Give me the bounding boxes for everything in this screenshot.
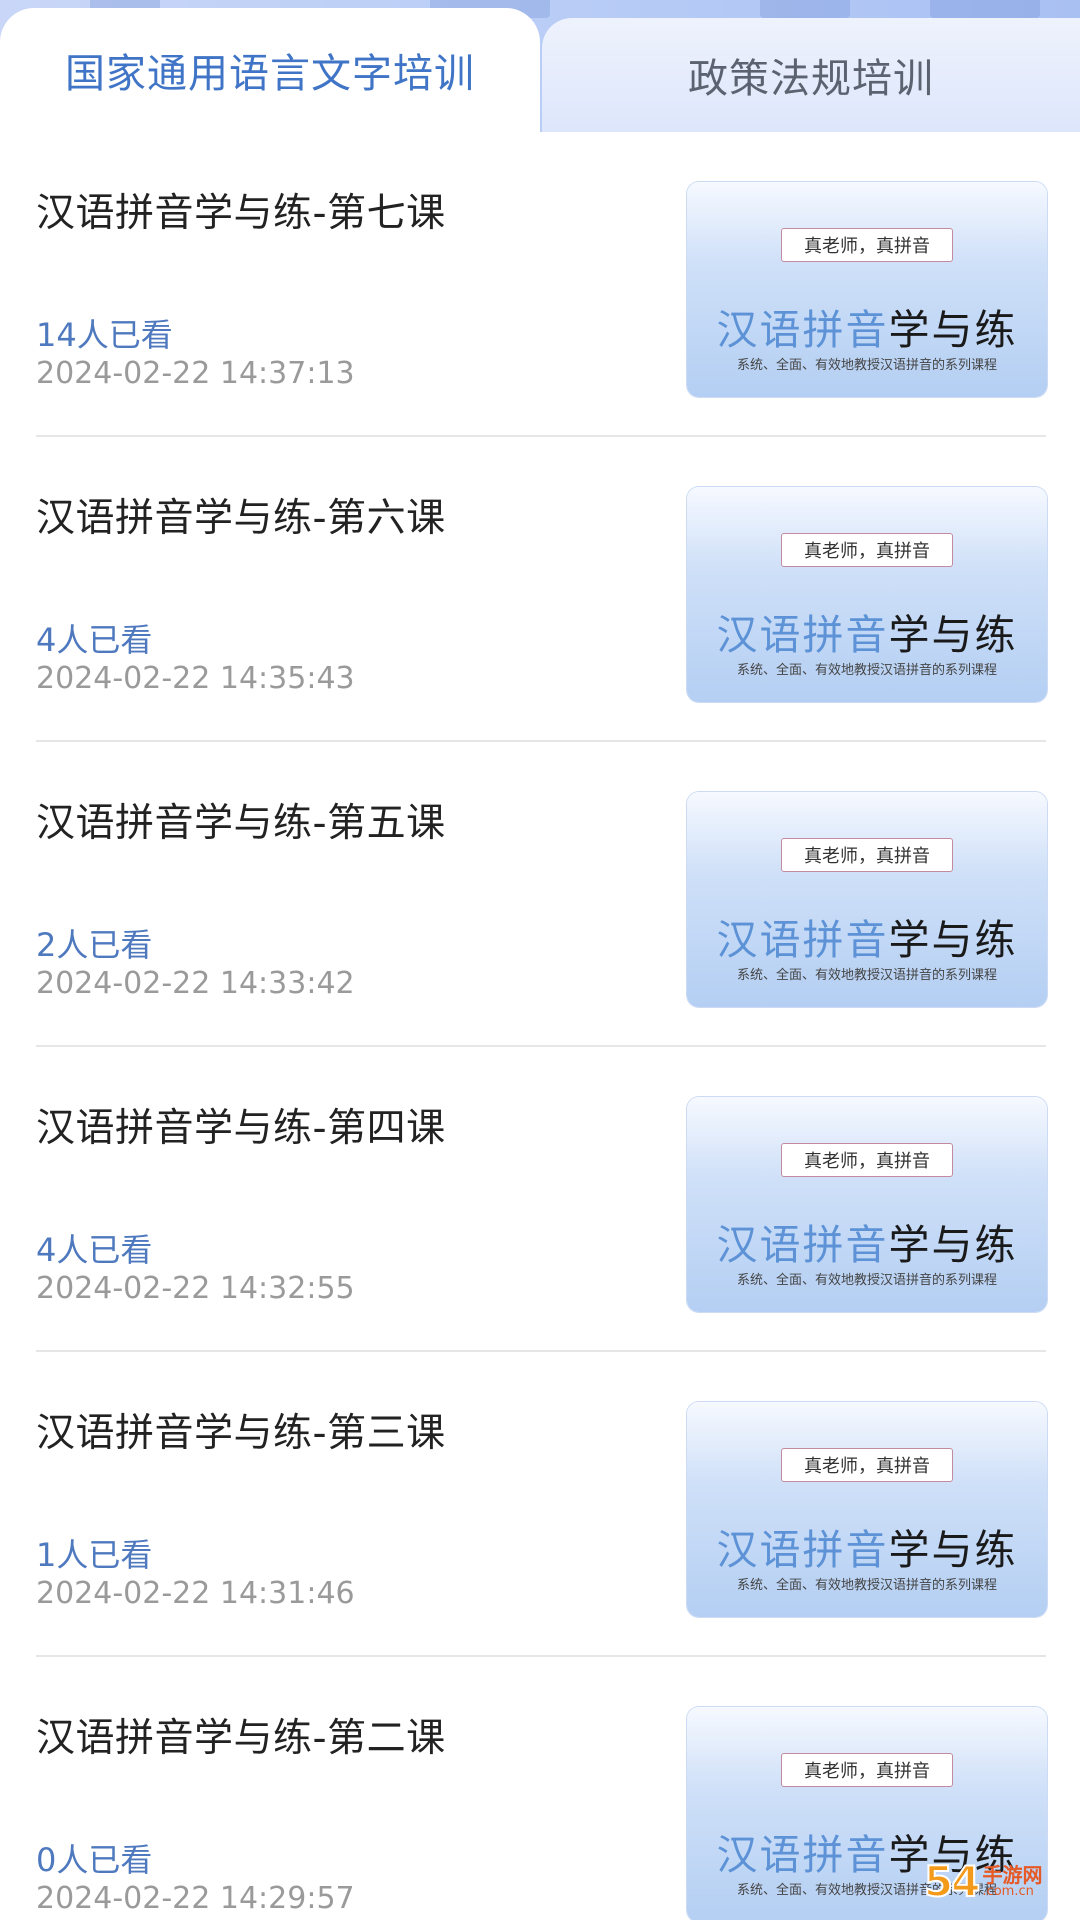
course-thumbnail[interactable]: 真老师，真拼音 汉语拼音学与练 系统、全面、有效地教授汉语拼音的系列课程 — [687, 792, 1047, 1007]
course-title: 汉语拼音学与练-第二课 — [36, 1716, 446, 1761]
thumbnail-tagline: 真老师，真拼音 — [781, 228, 953, 262]
publish-date: 2024-02-22 14:35:43 — [36, 661, 355, 696]
thumbnail-subtitle: 系统、全面、有效地教授汉语拼音的系列课程 — [736, 968, 997, 983]
watermark-text: 手游网 .com.cn — [982, 1862, 1043, 1899]
watermark-number: 54 — [923, 1856, 981, 1907]
course-item[interactable]: 汉语拼音学与练-第三课 1人已看 2024-02-22 14:31:46 真老师… — [0, 1352, 1080, 1657]
tab-policy-training[interactable]: 政策法规培训 — [542, 18, 1080, 132]
course-item[interactable]: 汉语拼音学与练-第六课 4人已看 2024-02-22 14:35:43 真老师… — [0, 437, 1080, 742]
thumbnail-subtitle: 系统、全面、有效地教授汉语拼音的系列课程 — [736, 663, 997, 678]
tab-language-training[interactable]: 国家通用语言文字培训 — [0, 8, 540, 132]
view-count: 4人已看 — [36, 621, 153, 659]
course-thumbnail[interactable]: 真老师，真拼音 汉语拼音学与练 系统、全面、有效地教授汉语拼音的系列课程 — [687, 1402, 1047, 1617]
thumbnail-tagline: 真老师，真拼音 — [781, 1448, 953, 1482]
view-count: 4人已看 — [36, 1231, 153, 1269]
publish-date: 2024-02-22 14:31:46 — [36, 1576, 355, 1611]
course-title: 汉语拼音学与练-第七课 — [36, 191, 446, 236]
thumbnail-tagline: 真老师，真拼音 — [781, 1753, 953, 1787]
course-item[interactable]: 汉语拼音学与练-第七课 14人已看 2024-02-22 14:37:13 真老… — [0, 132, 1080, 437]
thumbnail-subtitle: 系统、全面、有效地教授汉语拼音的系列课程 — [736, 1578, 997, 1593]
view-count: 2人已看 — [36, 926, 153, 964]
view-count: 14人已看 — [36, 316, 173, 354]
thumbnail-heading: 汉语拼音学与练 — [716, 306, 1018, 354]
course-item[interactable]: 汉语拼音学与练-第二课 0人已看 2024-02-22 14:29:57 真老师… — [0, 1657, 1080, 1920]
thumbnail-subtitle: 系统、全面、有效地教授汉语拼音的系列课程 — [736, 1273, 997, 1288]
site-watermark-logo: 54 手游网 .com.cn — [923, 1850, 1074, 1912]
course-list: 汉语拼音学与练-第七课 14人已看 2024-02-22 14:37:13 真老… — [0, 132, 1080, 1920]
course-title: 汉语拼音学与练-第三课 — [36, 1411, 446, 1456]
course-title: 汉语拼音学与练-第四课 — [36, 1106, 446, 1151]
thumbnail-heading: 汉语拼音学与练 — [716, 916, 1018, 964]
course-title: 汉语拼音学与练-第五课 — [36, 801, 446, 846]
thumbnail-tagline: 真老师，真拼音 — [781, 838, 953, 872]
thumbnail-heading: 汉语拼音学与练 — [716, 1221, 1018, 1269]
thumbnail-subtitle: 系统、全面、有效地教授汉语拼音的系列课程 — [736, 358, 997, 373]
publish-date: 2024-02-22 14:29:57 — [36, 1881, 355, 1916]
course-thumbnail[interactable]: 真老师，真拼音 汉语拼音学与练 系统、全面、有效地教授汉语拼音的系列课程 — [687, 182, 1047, 397]
thumbnail-tagline: 真老师，真拼音 — [781, 1143, 953, 1177]
publish-date: 2024-02-22 14:32:55 — [36, 1271, 355, 1306]
publish-date: 2024-02-22 14:37:13 — [36, 356, 355, 391]
course-thumbnail[interactable]: 真老师，真拼音 汉语拼音学与练 系统、全面、有效地教授汉语拼音的系列课程 — [687, 487, 1047, 702]
course-title: 汉语拼音学与练-第六课 — [36, 496, 446, 541]
course-thumbnail[interactable]: 真老师，真拼音 汉语拼音学与练 系统、全面、有效地教授汉语拼音的系列课程 — [687, 1097, 1047, 1312]
course-item[interactable]: 汉语拼音学与练-第五课 2人已看 2024-02-22 14:33:42 真老师… — [0, 742, 1080, 1047]
course-item[interactable]: 汉语拼音学与练-第四课 4人已看 2024-02-22 14:32:55 真老师… — [0, 1047, 1080, 1352]
tab-bar: 国家通用语言文字培训 政策法规培训 — [0, 8, 1080, 132]
view-count: 1人已看 — [36, 1536, 153, 1574]
thumbnail-heading: 汉语拼音学与练 — [716, 1526, 1018, 1574]
thumbnail-tagline: 真老师，真拼音 — [781, 533, 953, 567]
thumbnail-heading: 汉语拼音学与练 — [716, 611, 1018, 659]
view-count: 0人已看 — [36, 1841, 153, 1879]
publish-date: 2024-02-22 14:33:42 — [36, 966, 355, 1001]
